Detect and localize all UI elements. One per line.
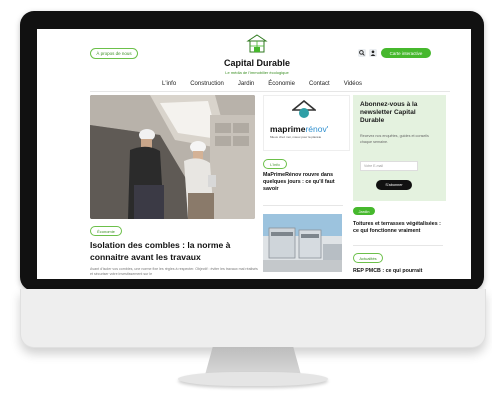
logo-subtitle: Mieux chez moi, mieux pour la planète xyxy=(270,135,322,139)
featured-article-title[interactable]: Isolation des combles : la norme à conna… xyxy=(90,240,258,263)
interactive-map-button[interactable]: Carte interactive xyxy=(381,48,431,58)
maprimerenov-house-icon xyxy=(292,100,316,118)
middle-article-title[interactable]: MaPrimeRénov rouvre dans quelques jours … xyxy=(263,172,343,193)
nav-item-contact[interactable]: Contact xyxy=(309,81,330,87)
nav-item-videos[interactable]: Vidéos xyxy=(344,81,362,87)
nav-item-info[interactable]: L'info xyxy=(162,81,176,87)
newsletter-description: Recevez nos enquêtes, guides et conseils… xyxy=(360,134,429,144)
middle-divider xyxy=(263,205,343,206)
main-nav: L'info Construction Jardin Économie Cont… xyxy=(162,81,362,87)
email-placeholder: Votre E-mail xyxy=(364,164,384,168)
monitor-stand-foot xyxy=(178,372,328,386)
monitor-chin xyxy=(20,289,486,348)
search-button[interactable] xyxy=(358,49,366,57)
featured-category-tag[interactable]: Économie xyxy=(90,226,122,236)
newsletter-email-input[interactable]: Votre E-mail xyxy=(360,161,418,171)
interactive-map-label: Carte interactive xyxy=(389,50,423,56)
search-icon xyxy=(359,50,365,56)
maprimerenov-card-image[interactable]: maprimerénov' Mieux chez moi, mieux pour… xyxy=(263,95,350,151)
middle-category-label: L'info xyxy=(270,161,280,167)
site-tagline: Le média de l'immobilier écologique xyxy=(225,70,289,75)
sidebar-tag-actualites[interactable]: Actualités xyxy=(353,253,383,263)
site-title[interactable]: Capital Durable xyxy=(202,58,312,68)
newsletter-title: Abonnez-vous à la newsletter Capital Dur… xyxy=(360,101,418,124)
maprimerenov-logo: maprimerénov' xyxy=(270,124,328,134)
nav-item-economie[interactable]: Économie xyxy=(268,81,295,87)
about-button[interactable]: À propos de nous xyxy=(90,48,138,59)
sidebar-article-title-2[interactable]: REP PMCB : ce qui pourrait xyxy=(353,268,443,275)
house-logo-icon xyxy=(246,34,268,53)
account-button[interactable] xyxy=(369,49,377,57)
subscribe-button[interactable]: S'abonner xyxy=(376,180,412,190)
nav-item-jardin[interactable]: Jardin xyxy=(238,81,254,87)
monitor-stand-neck xyxy=(205,347,301,375)
about-label: À propos de nous xyxy=(96,51,132,56)
sidebar-divider xyxy=(353,245,443,246)
sidebar-tag-jardin[interactable]: Jardin xyxy=(353,207,375,215)
screen: À propos de nous Capital Durable Le médi… xyxy=(37,29,471,279)
heat-pump-photo xyxy=(263,214,342,272)
sidebar-tag-actualites-label: Actualités xyxy=(359,255,377,261)
sidebar-article-title-1[interactable]: Toitures et terrasses végétalisées : ce … xyxy=(353,221,443,235)
sidebar-tag-jardin-label: Jardin xyxy=(358,208,370,214)
user-icon xyxy=(370,50,376,56)
featured-article-excerpt: Avant d'isoler vos combles, une norme fi… xyxy=(90,267,258,276)
subscribe-label: S'abonner xyxy=(385,183,403,187)
logo-accent-text: rénov' xyxy=(305,124,329,134)
nav-divider xyxy=(90,91,450,92)
featured-article-image[interactable] xyxy=(90,95,255,219)
nav-item-construction[interactable]: Construction xyxy=(190,81,224,87)
middle-category-tag[interactable]: L'info xyxy=(263,159,287,169)
logo-main-text: maprime xyxy=(270,124,306,134)
newsletter-box: Abonnez-vous à la newsletter Capital Dur… xyxy=(353,95,446,201)
heat-pump-article-image[interactable] xyxy=(263,214,342,272)
workers-insulation-photo xyxy=(90,95,255,219)
featured-category-label: Économie xyxy=(97,228,115,234)
